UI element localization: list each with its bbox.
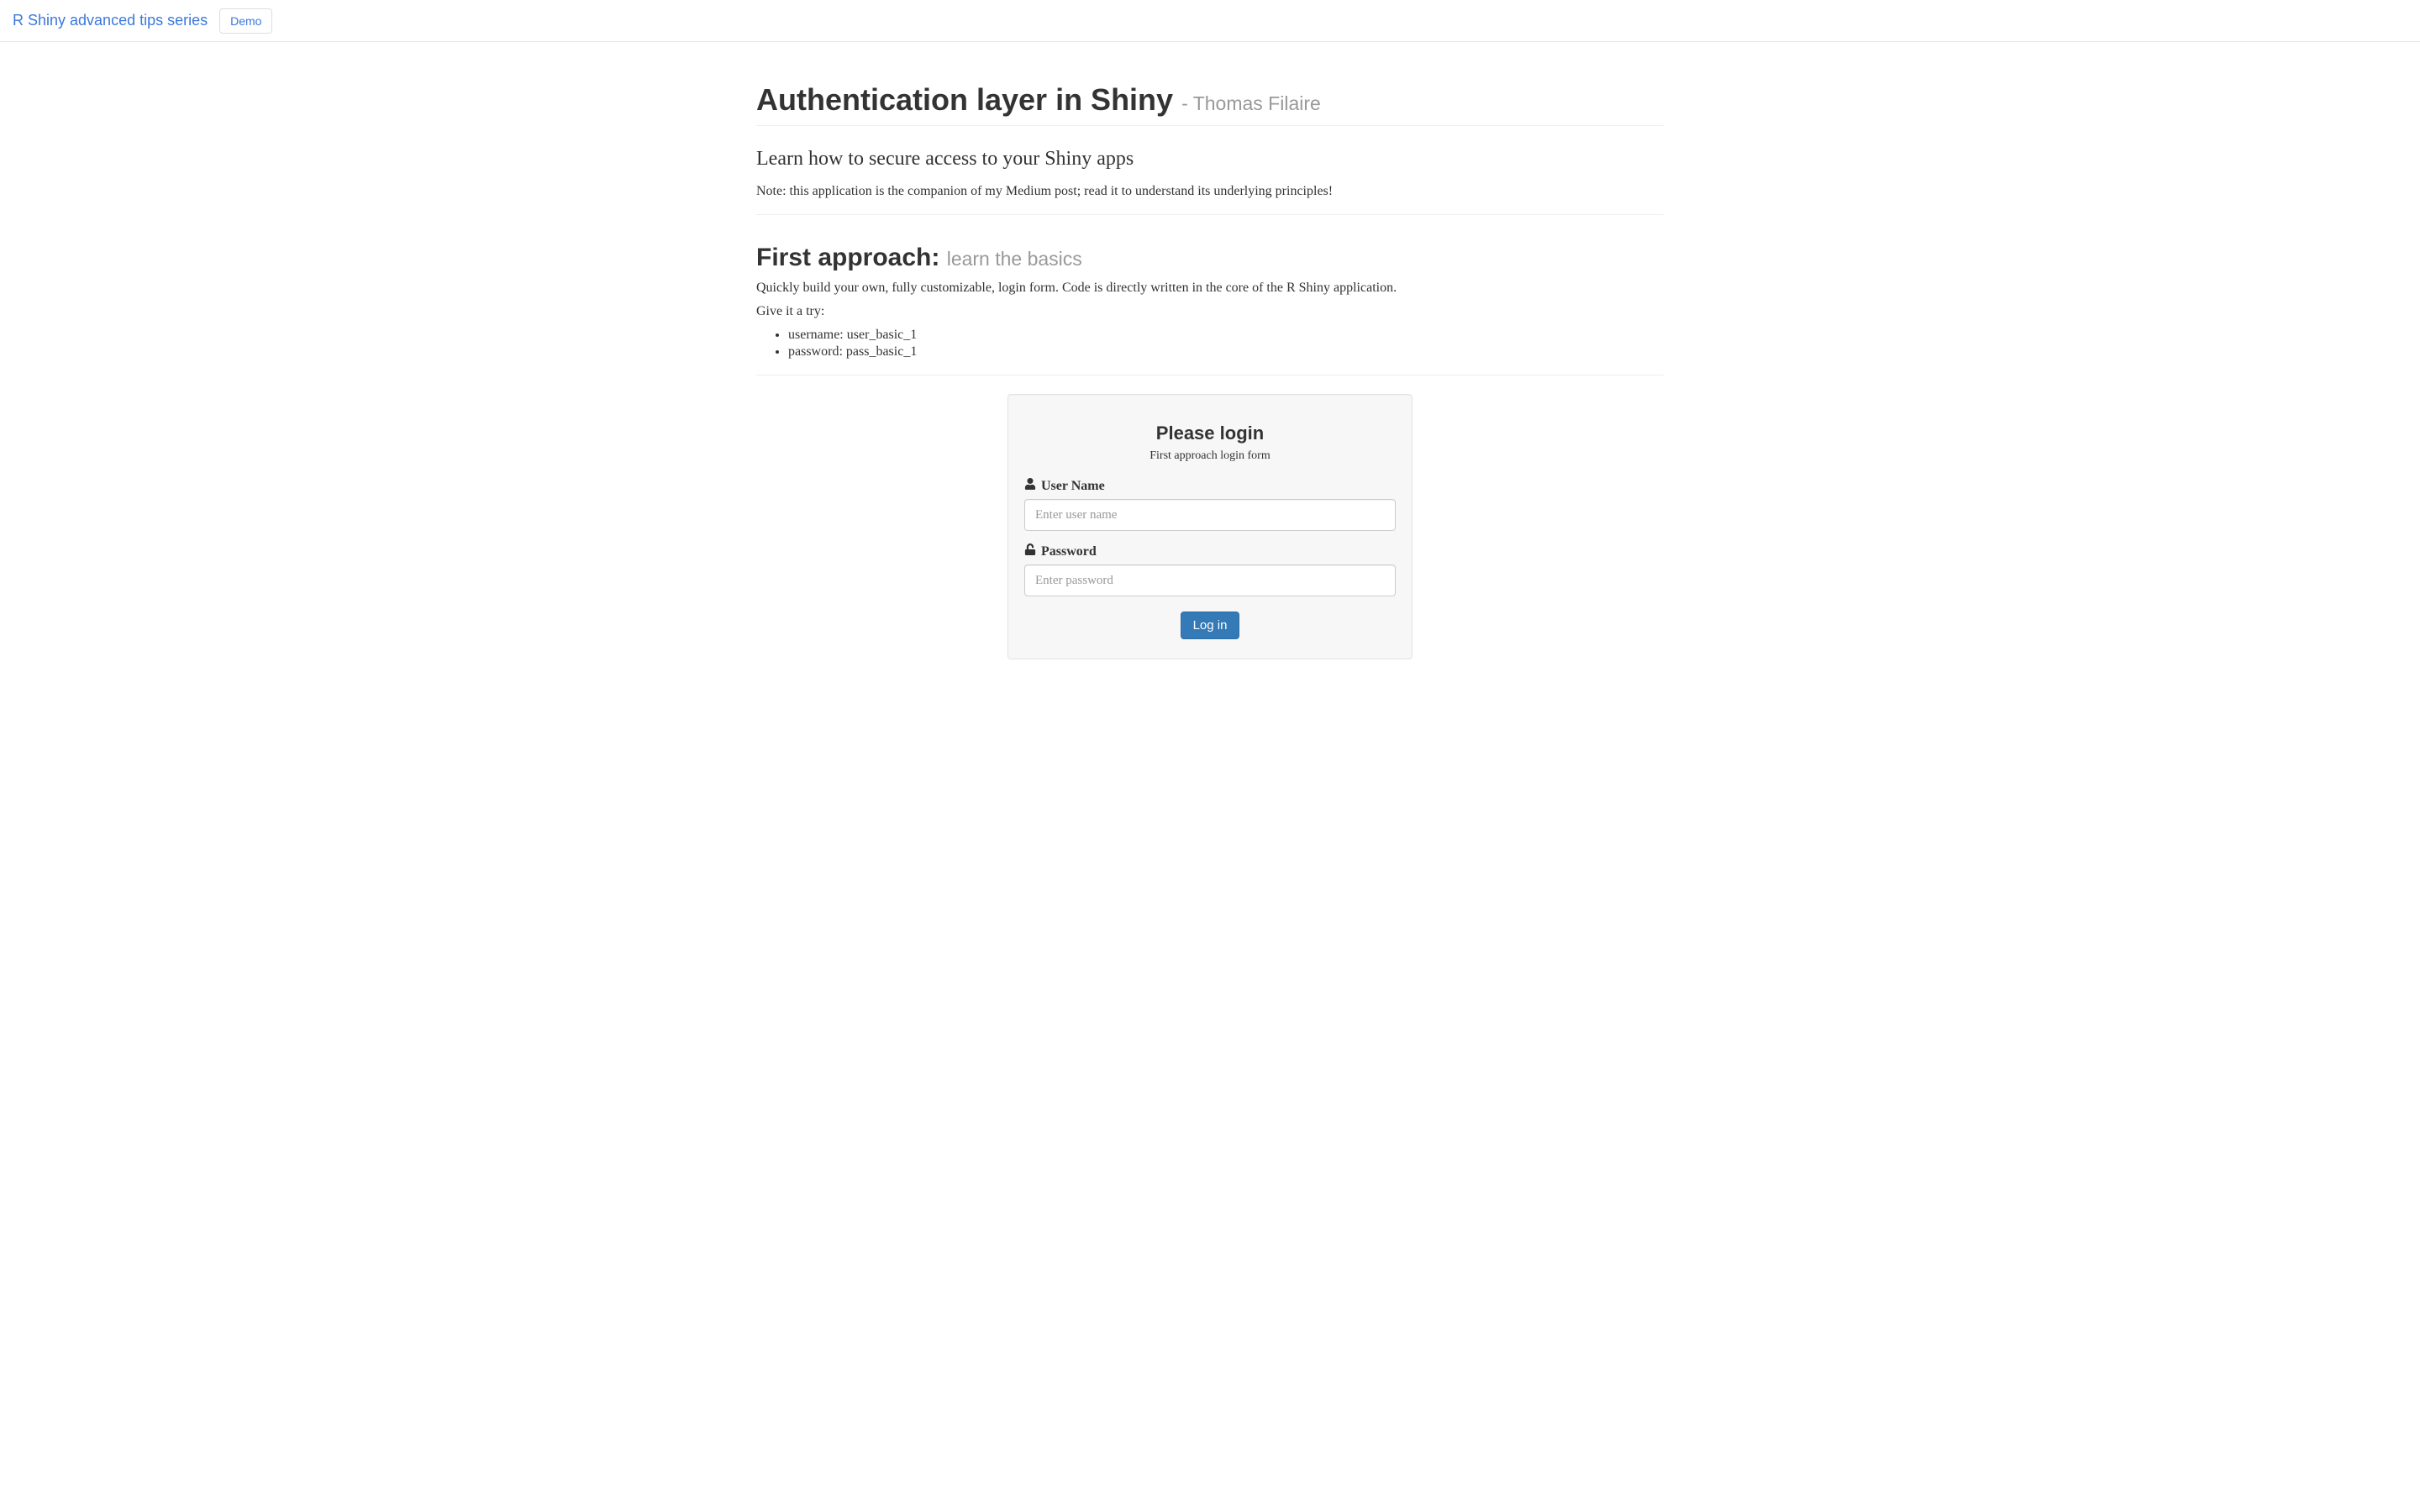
password-input[interactable]: [1024, 564, 1396, 596]
demo-password: password: pass_basic_1: [788, 344, 1664, 360]
username-input[interactable]: [1024, 499, 1396, 531]
login-heading: Please login: [1024, 423, 1396, 444]
page-title: Authentication layer in Shiny - Thomas F…: [756, 82, 1664, 126]
main-container: Authentication layer in Shiny - Thomas F…: [744, 82, 1676, 659]
navbar-brand[interactable]: R Shiny advanced tips series: [13, 7, 208, 34]
section-first-approach-title: First approach: learn the basics: [756, 244, 1664, 272]
section-description: Quickly build your own, fully customizab…: [756, 281, 1664, 296]
tagline: Learn how to secure access to your Shiny…: [756, 148, 1664, 171]
password-label: Password: [1024, 543, 1396, 559]
login-button[interactable]: Log in: [1181, 612, 1240, 639]
section-title-small: learn the basics: [947, 248, 1082, 270]
tab-demo[interactable]: Demo: [219, 8, 272, 34]
page-title-main: Authentication layer in Shiny: [756, 82, 1181, 117]
password-label-text: Password: [1041, 544, 1097, 559]
companion-note: Note: this application is the companion …: [756, 184, 1664, 199]
divider-1: [756, 214, 1664, 215]
username-label: User Name: [1024, 478, 1396, 494]
demo-credentials-list: username: user_basic_1 password: pass_ba…: [756, 328, 1664, 360]
username-label-text: User Name: [1041, 479, 1105, 494]
password-group: Password: [1024, 543, 1396, 596]
demo-username: username: user_basic_1: [788, 328, 1664, 343]
user-icon: [1024, 478, 1036, 494]
navbar: R Shiny advanced tips series Demo: [0, 0, 2420, 42]
username-group: User Name: [1024, 478, 1396, 531]
unlock-icon: [1024, 543, 1036, 559]
page-title-subtitle: - Thomas Filaire: [1181, 92, 1321, 114]
try-it-label: Give it a try:: [756, 304, 1664, 319]
section-title-main: First approach:: [756, 244, 947, 271]
login-subheading: First approach login form: [1024, 449, 1396, 463]
login-panel: Please login First approach login form U…: [1007, 394, 1413, 659]
